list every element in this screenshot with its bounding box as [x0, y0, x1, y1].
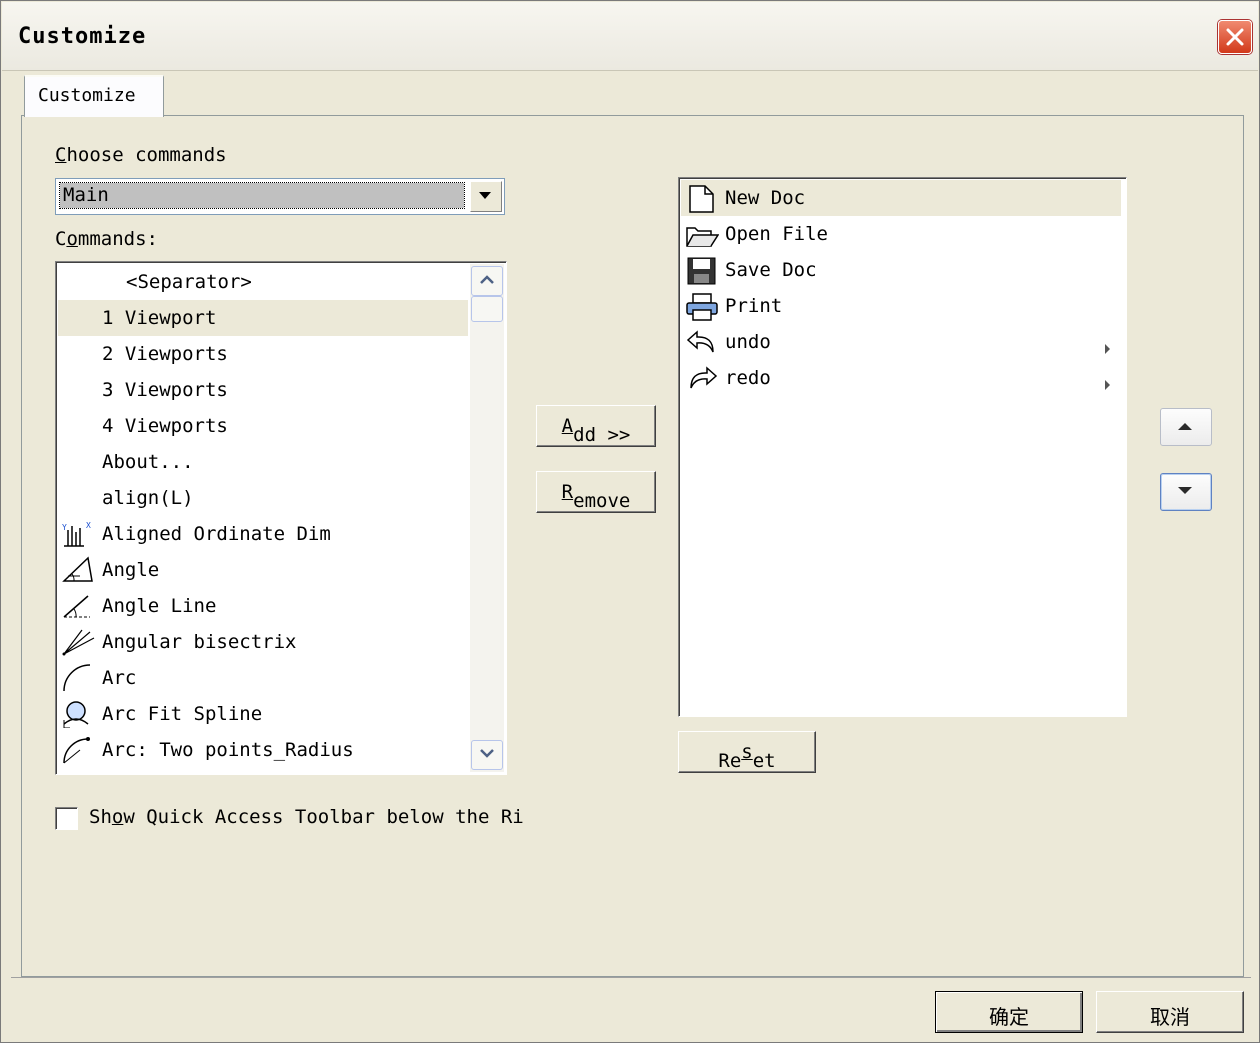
- quick-access-item[interactable]: Print: [681, 288, 1121, 324]
- commands-list-item[interactable]: 1 Viewport: [58, 300, 468, 336]
- show-below-ribbon-label[interactable]: Show Quick Access Toolbar below the Ri: [89, 806, 524, 828]
- commands-list-item-label: Angular bisectrix: [102, 631, 297, 653]
- commands-list-item[interactable]: Angle Line: [58, 588, 468, 624]
- commands-list-item[interactable]: Arc: [58, 660, 468, 696]
- add-button[interactable]: Add >>: [536, 405, 656, 447]
- commands-list-item[interactable]: Y X Aligned Ordinate Dim: [58, 516, 468, 552]
- scroll-up-button[interactable]: [471, 266, 503, 296]
- commands-list-item-label: 4 Viewports: [102, 415, 228, 437]
- ok-button-label: 确定: [989, 1005, 1029, 1029]
- commands-list-item-label: Arc: [102, 667, 137, 689]
- dropdown-arrow-button[interactable]: [470, 181, 502, 212]
- commands-list-item[interactable]: Arc: Two points_Radius: [58, 732, 468, 768]
- choose-commands-label: Choose commands: [55, 144, 227, 166]
- triangle-down-icon: [1178, 487, 1192, 494]
- open-folder-icon: [685, 220, 720, 250]
- commands-list-item[interactable]: Angle: [58, 552, 468, 588]
- quick-access-item-label: New Doc: [725, 187, 806, 209]
- dropdown-selected-text: Main: [63, 184, 109, 206]
- close-button[interactable]: [1218, 20, 1252, 54]
- angle-line-icon: [60, 592, 96, 620]
- chevron-down-icon: [480, 749, 494, 758]
- reset-button-label: Reset: [718, 741, 776, 772]
- quick-access-item-label: redo: [725, 367, 771, 389]
- commands-list-item[interactable]: Arc Fit Spline: [58, 696, 468, 732]
- chevron-up-icon: [480, 275, 494, 284]
- arc-fit-spline-icon: [60, 700, 96, 729]
- angle-icon: [60, 556, 96, 584]
- commands-list-item-label: About...: [102, 451, 194, 473]
- add-button-label: Add >>: [561, 415, 631, 446]
- dialog-title: Customize: [18, 24, 147, 49]
- remove-button-label: Remove: [561, 481, 631, 512]
- print-icon: [685, 292, 719, 322]
- quick-access-item[interactable]: Save Doc: [681, 252, 1121, 288]
- move-up-button[interactable]: [1160, 408, 1212, 446]
- scroll-down-button[interactable]: [471, 740, 503, 770]
- commands-list-item-label: Arc Fit Spline: [102, 703, 263, 725]
- redo-icon: [685, 364, 719, 394]
- new-doc-icon: [685, 184, 719, 214]
- quick-access-item-label: Open File: [725, 223, 828, 245]
- divider: [11, 977, 1251, 978]
- commands-list-item-label: align(L): [102, 487, 194, 509]
- commands-list-item-label: 3 Viewports: [102, 379, 228, 401]
- customize-dialog: Customize Customize Choose commands Main…: [0, 0, 1260, 1043]
- commands-list-item[interactable]: About...: [58, 444, 468, 480]
- choose-commands-dropdown[interactable]: Main: [55, 178, 505, 215]
- submenu-arrow-icon: [1105, 337, 1111, 359]
- ok-button[interactable]: 确定: [935, 991, 1083, 1033]
- quick-access-item[interactable]: redo: [681, 360, 1121, 396]
- tab-customize[interactable]: Customize: [24, 75, 164, 117]
- commands-list-item[interactable]: 3 Viewports: [58, 372, 468, 408]
- commands-list[interactable]: <Separator> 1 Viewport 2 Viewports 3 Viewpo…: [55, 261, 507, 775]
- commands-label: Commands:: [55, 228, 158, 250]
- cancel-button[interactable]: 取消: [1096, 991, 1244, 1033]
- quick-access-item-label: undo: [725, 331, 771, 353]
- cancel-button-label: 取消: [1150, 1005, 1190, 1029]
- commands-list-item-label: Angle: [102, 559, 160, 581]
- quick-access-list[interactable]: New Doc Open File Save Doc Print undo redo: [678, 177, 1127, 717]
- quick-access-item-label: Print: [725, 295, 783, 317]
- commands-list-item-label: <Separator>: [126, 271, 252, 293]
- commands-list-item[interactable]: align(L): [58, 480, 468, 516]
- quick-access-item-label: Save Doc: [725, 259, 817, 281]
- commands-list-item-label: Arc: Two points_Radius: [102, 739, 354, 761]
- scroll-thumb[interactable]: [471, 296, 503, 322]
- tab-customize-label: Customize: [38, 85, 136, 106]
- commands-list-item[interactable]: Angular bisectrix: [58, 624, 468, 660]
- move-down-button[interactable]: [1160, 473, 1212, 511]
- commands-list-item-label: 1 Viewport: [102, 307, 217, 329]
- commands-scrollbar[interactable]: [470, 264, 504, 772]
- commands-list-item[interactable]: 4 Viewports: [58, 408, 468, 444]
- arc-icon: [60, 664, 96, 692]
- commands-list-item[interactable]: <Separator>: [58, 264, 468, 300]
- svg-text:X: X: [86, 521, 91, 530]
- dropdown-selected-value: Main: [59, 182, 465, 209]
- remove-button[interactable]: Remove: [536, 471, 656, 513]
- commands-list-item-label: 2 Viewports: [102, 343, 228, 365]
- chevron-down-icon: [479, 192, 491, 199]
- save-icon: [685, 256, 719, 286]
- commands-list-item-label: Aligned Ordinate Dim: [102, 523, 331, 545]
- quick-access-item[interactable]: New Doc: [681, 180, 1121, 216]
- bisectrix-icon: [60, 628, 96, 656]
- commands-list-item-label: Angle Line: [102, 595, 217, 617]
- arc-two-points-icon: [60, 736, 96, 764]
- quick-access-item[interactable]: Open File: [681, 216, 1121, 252]
- triangle-up-icon: [1178, 423, 1192, 430]
- ordinate-dim-icon: YX: [60, 520, 96, 548]
- submenu-arrow-icon: [1105, 373, 1111, 395]
- title-bar: Customize: [2, 2, 1258, 71]
- svg-text:Y: Y: [62, 523, 67, 532]
- reset-button[interactable]: Reset: [678, 731, 816, 773]
- quick-access-item[interactable]: undo: [681, 324, 1121, 360]
- close-icon: [1226, 28, 1244, 46]
- commands-list-item[interactable]: 2 Viewports: [58, 336, 468, 372]
- undo-icon: [685, 328, 719, 358]
- show-below-ribbon-checkbox[interactable]: [55, 807, 78, 830]
